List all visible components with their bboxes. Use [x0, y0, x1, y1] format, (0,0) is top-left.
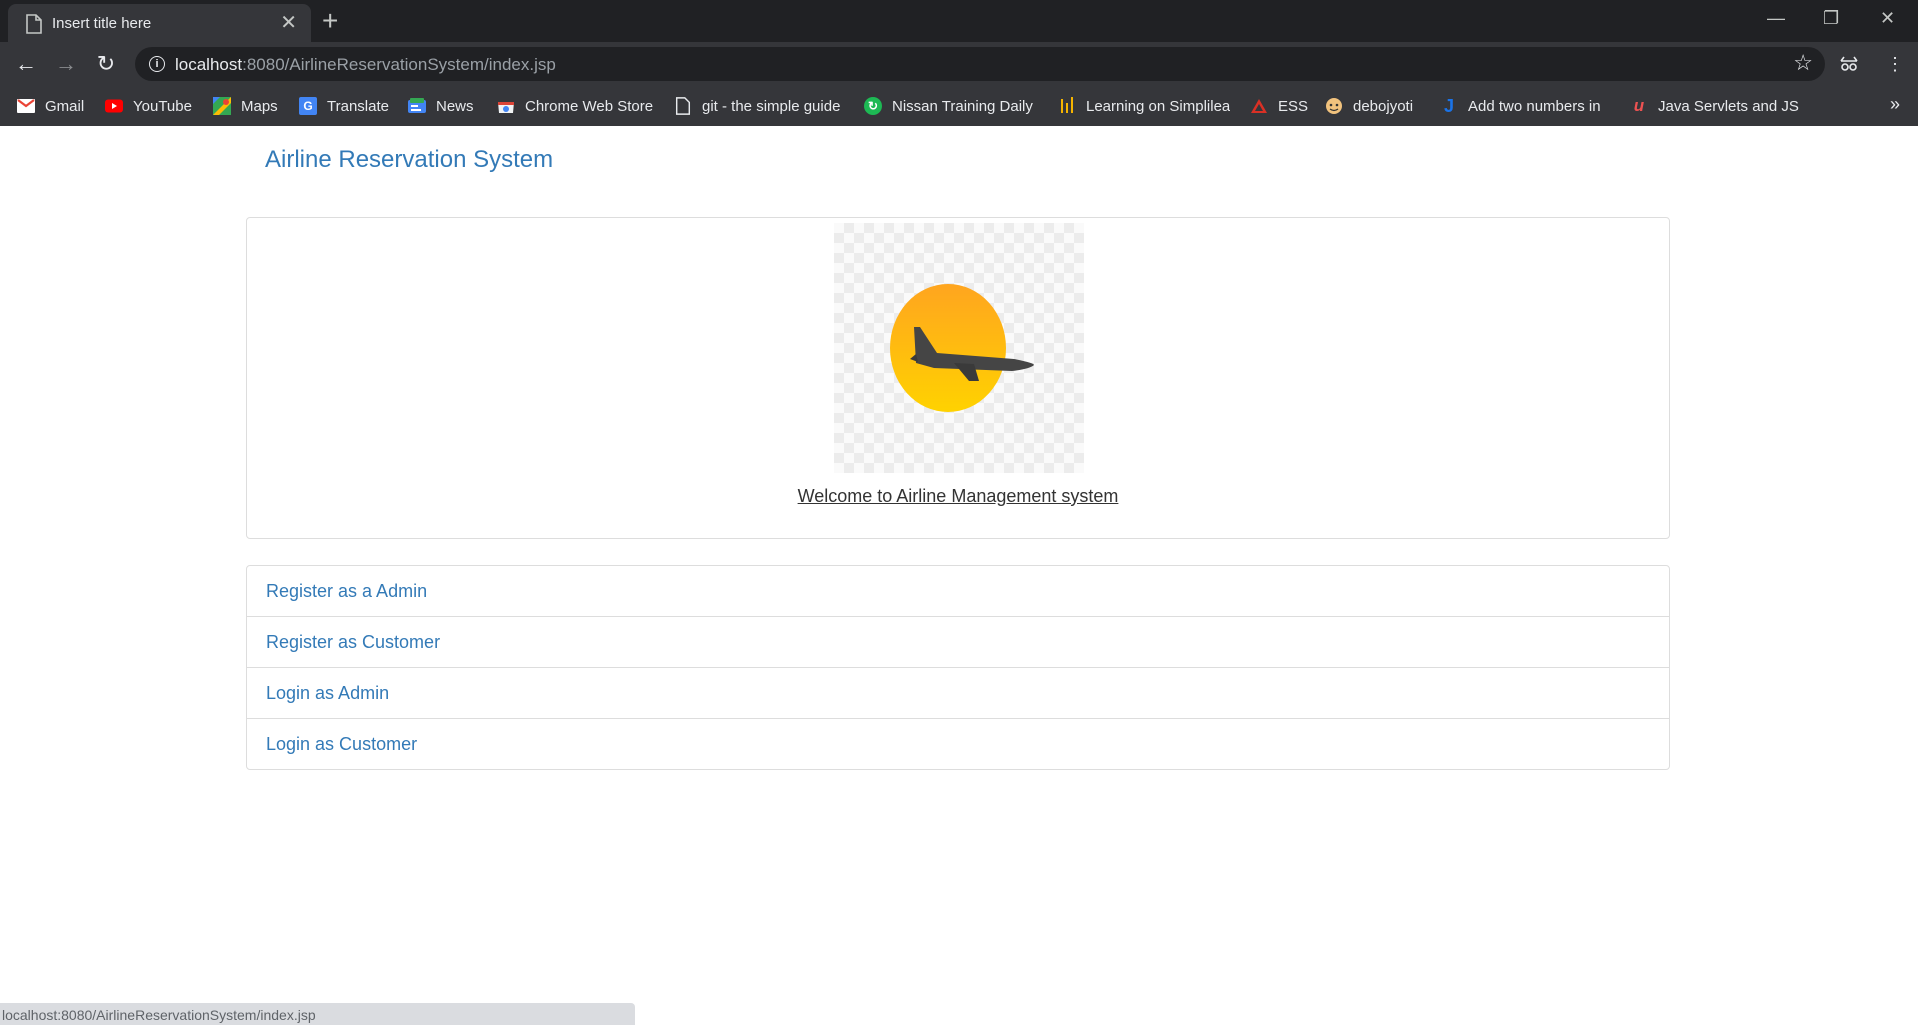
- tab-strip: Insert title here ✕ + — ❐ ✕: [0, 0, 1918, 42]
- bookmarks-more-icon[interactable]: »: [1890, 94, 1900, 115]
- bookmark-news[interactable]: News: [408, 86, 474, 126]
- register-admin-link[interactable]: Register as a Admin: [247, 566, 1669, 616]
- j-icon: J: [1443, 95, 1454, 116]
- avatar-icon: [1326, 98, 1342, 114]
- bookmark-ess[interactable]: ESS: [1250, 86, 1308, 126]
- page-icon: [675, 97, 691, 115]
- airplane-sun-icon: [890, 284, 1034, 412]
- welcome-link[interactable]: Welcome to Airline Management system: [247, 486, 1669, 507]
- airline-logo: [834, 223, 1084, 473]
- browser-tab[interactable]: Insert title here ✕: [8, 4, 311, 42]
- bookmark-debojyoti[interactable]: debojyoti: [1325, 86, 1413, 126]
- bookmark-translate[interactable]: G Translate: [299, 86, 389, 126]
- window-close-icon[interactable]: ✕: [1880, 6, 1895, 30]
- bookmark-git-guide[interactable]: git - the simple guide: [674, 86, 842, 126]
- minimize-icon[interactable]: —: [1767, 6, 1785, 30]
- udemy-icon: u: [1633, 96, 1645, 115]
- browser-toolbar: ← → ↻ i localhost:8080/AirlineReservatio…: [0, 42, 1918, 86]
- ess-icon: [1251, 99, 1267, 113]
- extension-icon[interactable]: [1840, 56, 1858, 72]
- nissan-icon: ↻: [864, 97, 882, 115]
- bookmark-star-icon[interactable]: ☆: [1793, 50, 1813, 76]
- action-list: Register as a Admin Register as Customer…: [246, 565, 1670, 770]
- menu-kebab-icon[interactable]: ⋮: [1886, 51, 1904, 77]
- youtube-icon: [105, 99, 123, 113]
- web-store-icon: [498, 102, 514, 113]
- gmail-icon: [17, 99, 35, 113]
- bookmark-gmail[interactable]: Gmail: [17, 86, 84, 126]
- bookmarks-bar: Gmail YouTube Maps G Translate News Chro…: [0, 86, 1918, 126]
- site-info-icon[interactable]: i: [149, 56, 165, 72]
- status-bar-url: localhost:8080/AirlineReservationSystem/…: [0, 1003, 635, 1025]
- news-icon: [408, 98, 426, 113]
- navbar-brand[interactable]: Airline Reservation System: [265, 146, 553, 174]
- address-bar[interactable]: i localhost:8080/AirlineReservationSyste…: [135, 47, 1825, 81]
- bookmark-chrome-web-store[interactable]: Chrome Web Store: [497, 86, 653, 126]
- bookmark-java-servlets[interactable]: u Java Servlets and JSP: [1630, 86, 1800, 126]
- bookmark-nissan-training[interactable]: ↻ Nissan Training Daily: [864, 86, 1033, 126]
- simplilearn-icon: [1061, 97, 1073, 113]
- bookmark-simplilearn[interactable]: Learning on Simplilearn: [1058, 86, 1230, 126]
- bookmark-youtube[interactable]: YouTube: [105, 86, 192, 126]
- new-tab-button[interactable]: +: [322, 5, 338, 37]
- maps-icon: [213, 97, 231, 115]
- tab-title: Insert title here: [52, 15, 152, 32]
- tab-close-icon[interactable]: ✕: [280, 13, 297, 33]
- register-customer-link[interactable]: Register as Customer: [247, 616, 1669, 667]
- reload-icon[interactable]: ↻: [92, 50, 120, 78]
- login-admin-link[interactable]: Login as Admin: [247, 667, 1669, 718]
- forward-icon[interactable]: →: [52, 50, 80, 78]
- back-icon[interactable]: ←: [12, 50, 40, 78]
- page-icon: [26, 14, 42, 34]
- address-url[interactable]: localhost:8080/AirlineReservationSystem/…: [175, 55, 556, 75]
- welcome-panel: Welcome to Airline Management system: [246, 217, 1670, 539]
- bookmark-maps[interactable]: Maps: [213, 86, 278, 126]
- translate-icon: G: [299, 97, 317, 115]
- login-customer-link[interactable]: Login as Customer: [247, 718, 1669, 769]
- restore-icon[interactable]: ❐: [1823, 6, 1839, 30]
- bookmark-add-two-numbers[interactable]: J Add two numbers in: [1440, 86, 1601, 126]
